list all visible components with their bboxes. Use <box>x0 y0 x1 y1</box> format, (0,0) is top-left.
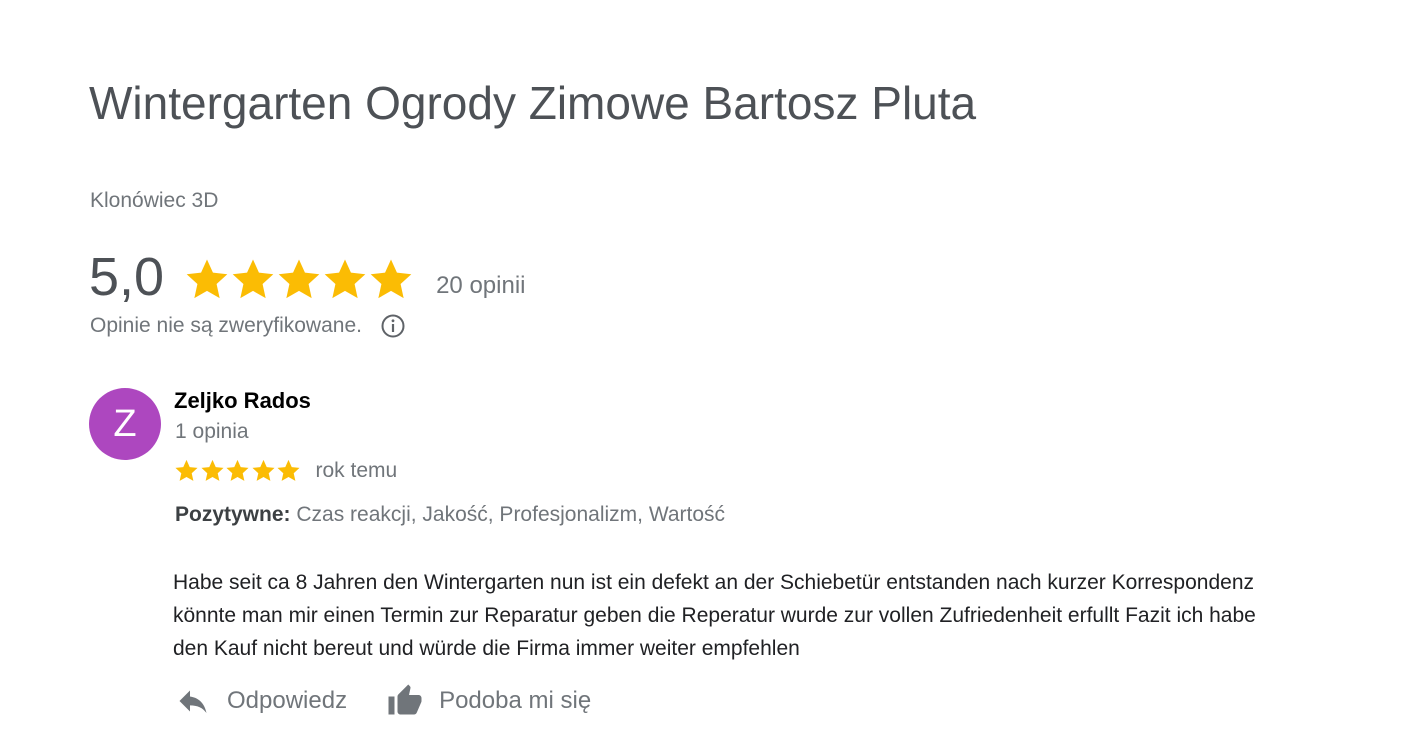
thumbs-up-icon <box>388 684 422 715</box>
review-actions: Odpowiedz Podoba mi się <box>175 683 591 719</box>
reply-button[interactable]: Odpowiedz <box>175 683 347 719</box>
star-icon <box>251 459 275 481</box>
star-icon <box>226 459 249 481</box>
star-icon <box>186 259 228 299</box>
like-label: Podoba mi się <box>439 687 592 714</box>
review-time: rok temu <box>315 458 398 482</box>
business-location: Klonówiec 3D <box>90 189 219 212</box>
star-icon <box>200 459 224 481</box>
reply-arrow-icon <box>179 690 207 713</box>
info-icon[interactable] <box>380 313 406 339</box>
star-icon <box>324 259 366 299</box>
review-author[interactable]: Zeljko Rados <box>174 388 311 414</box>
review-count-link[interactable]: 20 opinii <box>436 272 525 300</box>
like-button[interactable]: Podoba mi się <box>387 683 591 719</box>
review-rating: rok temu <box>174 458 397 483</box>
review-positives: Pozytywne: Czas reakcji, Jakość, Profesj… <box>175 503 725 527</box>
star-icon <box>175 459 198 481</box>
positives-values: Czas reakcji, Jakość, Profesjonalizm, Wa… <box>296 503 726 526</box>
verification-text: Opinie nie są zweryfikowane. <box>90 314 362 337</box>
rating-value: 5,0 <box>89 247 165 307</box>
business-name: Wintergarten Ogrody Zimowe Bartosz Pluta <box>89 77 977 129</box>
positives-label: Pozytywne: <box>175 503 291 526</box>
star-icon <box>278 259 320 299</box>
review-text: Habe seit ca 8 Jahren den Wintergarten n… <box>173 571 1256 660</box>
rating-summary: 5,0 20 opinii <box>89 245 525 309</box>
avatar[interactable]: Z <box>89 388 161 460</box>
star-icon <box>232 259 274 299</box>
author-review-count: 1 opinia <box>175 420 249 443</box>
reply-label: Odpowiedz <box>227 687 348 714</box>
star-icon <box>370 259 412 299</box>
star-icon <box>277 459 300 481</box>
verification-note: Opinie nie są zweryfikowane. <box>90 313 406 339</box>
rating-stars <box>184 256 414 302</box>
business-review-panel: Wintergarten Ogrody Zimowe Bartosz Pluta… <box>0 0 1407 744</box>
